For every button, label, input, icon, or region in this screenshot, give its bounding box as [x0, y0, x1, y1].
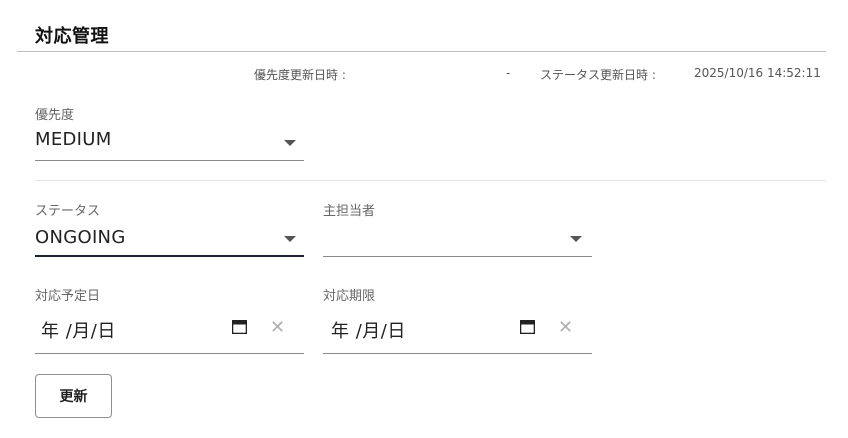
priority-underline: [35, 160, 304, 161]
assignee-label: 主担当者: [323, 204, 376, 219]
status-updated-label: ステータス更新日時 :: [540, 68, 656, 82]
priority-value: MEDIUM: [35, 129, 112, 150]
assignee-select[interactable]: 主担当者: [323, 196, 592, 258]
status-updated-value: 2025/10/16 14:52:11: [694, 66, 821, 80]
planned-date-input[interactable]: 年 /月/日: [41, 317, 116, 343]
planned-date-field: 対応予定日 年 /月/日 ✕: [35, 281, 304, 355]
status-label: ステータス: [35, 204, 101, 219]
priority-updated-value: -: [506, 66, 511, 80]
update-button[interactable]: 更新: [35, 374, 112, 418]
deadline-label: 対応期限: [323, 289, 376, 304]
close-icon[interactable]: ✕: [270, 319, 285, 337]
calendar-icon[interactable]: [520, 320, 535, 334]
caret-down-icon: [570, 236, 582, 242]
status-value: ONGOING: [35, 227, 126, 248]
status-underline: [35, 255, 304, 257]
caret-down-icon: [284, 140, 296, 146]
close-icon[interactable]: ✕: [558, 319, 573, 337]
deadline-input[interactable]: 年 /月/日: [331, 317, 406, 343]
title-divider: [17, 51, 826, 52]
priority-label: 優先度: [35, 108, 75, 123]
planned-date-label: 対応予定日: [35, 289, 101, 304]
priority-select[interactable]: 優先度 MEDIUM: [35, 100, 304, 162]
section-divider: [35, 180, 826, 181]
status-select[interactable]: ステータス ONGOING: [35, 196, 304, 258]
planned-date-underline: [35, 353, 304, 354]
assignee-underline: [323, 256, 592, 257]
page-title: 対応管理: [35, 26, 109, 47]
priority-updated-label: 優先度更新日時 :: [254, 68, 346, 82]
caret-down-icon: [284, 236, 296, 242]
calendar-icon[interactable]: [232, 320, 247, 334]
deadline-underline: [323, 353, 592, 354]
deadline-field: 対応期限 年 /月/日 ✕: [323, 281, 592, 355]
